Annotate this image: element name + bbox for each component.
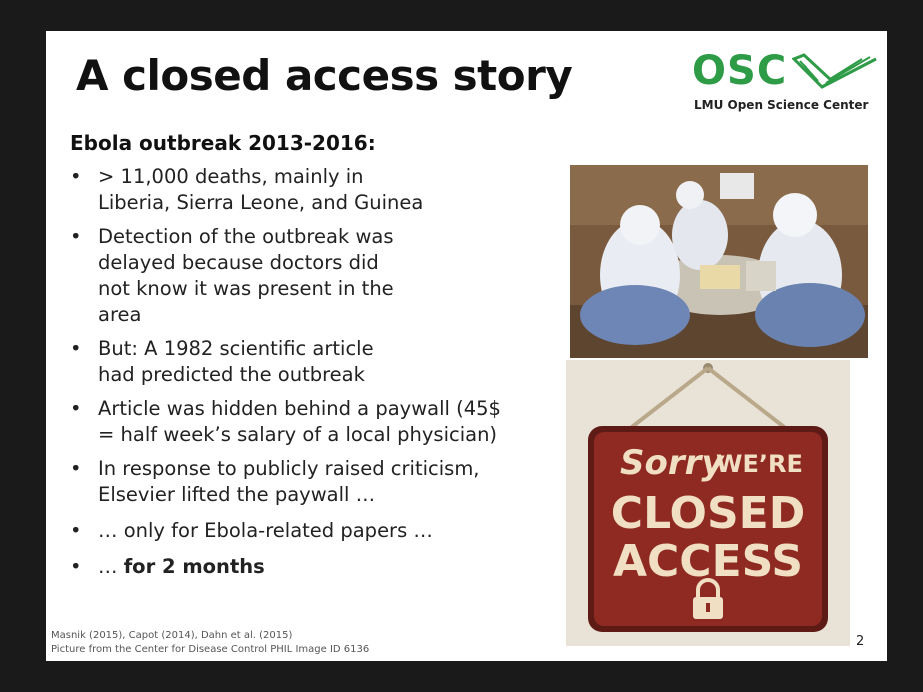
bullet-line: > 11,000 deaths, mainly in xyxy=(98,165,364,188)
bullet-item: • But: A 1982 scientific article had pre… xyxy=(68,336,568,388)
logo-subtitle: LMU Open Science Center xyxy=(694,98,869,112)
bullet-line: In response to publicly raised criticism… xyxy=(98,457,480,480)
bullet-line: … only for Ebola-related papers … xyxy=(98,519,433,542)
bullet-bold-text: for 2 months xyxy=(123,555,265,578)
footer-photo-credit: Picture from the Center for Disease Cont… xyxy=(51,644,370,655)
slide: A closed access story OSC LMU Open Scien… xyxy=(46,31,887,661)
bullet-item: • Detection of the outbreak was delayed … xyxy=(68,224,568,328)
ebola-workers-photo xyxy=(570,165,868,358)
bullet-line: delayed because doctors did xyxy=(98,251,379,274)
sign-script-word: Sorry xyxy=(620,443,725,483)
bullet-line: Article was hidden behind a paywall (45$ xyxy=(98,397,501,420)
bullet-line: But: A 1982 scientific article xyxy=(98,337,374,360)
sign-line-1: WE’RE xyxy=(716,450,803,478)
osc-logo: OSC LMU Open Science Center xyxy=(692,49,882,119)
section-heading: Ebola outbreak 2013-2016: xyxy=(70,131,376,155)
bullet-line: Elsevier lifted the paywall … xyxy=(98,483,376,506)
bullet-list: • > 11,000 deaths, mainly in Liberia, Si… xyxy=(68,164,568,580)
bullet-dot: • xyxy=(70,225,82,248)
closed-access-sign: Sorry WE’RE CLOSED ACCESS xyxy=(566,360,850,646)
bullet-item: • … only for Ebola-related papers … xyxy=(68,518,568,544)
bullet-line: Detection of the outbreak was xyxy=(98,225,394,248)
bullet-dot: • xyxy=(70,555,82,578)
slide-title: A closed access story xyxy=(76,51,573,100)
footer-citations: Masnik (2015), Capot (2014), Dahn et al.… xyxy=(51,630,293,641)
bullet-line: had predicted the outbreak xyxy=(98,363,365,386)
bullet-dot: • xyxy=(70,519,82,542)
logo-mark: OSC xyxy=(692,48,788,94)
bullet-prefix: … xyxy=(98,555,124,578)
bullet-item: • In response to publicly raised critici… xyxy=(68,456,568,508)
sign-line-2: CLOSED xyxy=(611,488,805,539)
bullet-line: = half week’s salary of a local physicia… xyxy=(98,423,498,446)
bullet-line: area xyxy=(98,303,142,326)
bullet-line: not know it was present in the xyxy=(98,277,394,300)
bullet-dot: • xyxy=(70,397,82,420)
bullet-dot: • xyxy=(70,337,82,360)
bullet-line: Liberia, Sierra Leone, and Guinea xyxy=(98,191,424,214)
bullet-line: … for 2 months xyxy=(98,554,568,580)
bullet-dot: • xyxy=(70,457,82,480)
bullet-item: • Article was hidden behind a paywall (4… xyxy=(68,396,568,448)
open-book-icon xyxy=(792,53,877,89)
page-number: 2 xyxy=(856,634,865,649)
bullet-item: • > 11,000 deaths, mainly in Liberia, Si… xyxy=(68,164,568,216)
bullet-item: • … for 2 months xyxy=(68,554,568,580)
bullet-dot: • xyxy=(70,165,82,188)
